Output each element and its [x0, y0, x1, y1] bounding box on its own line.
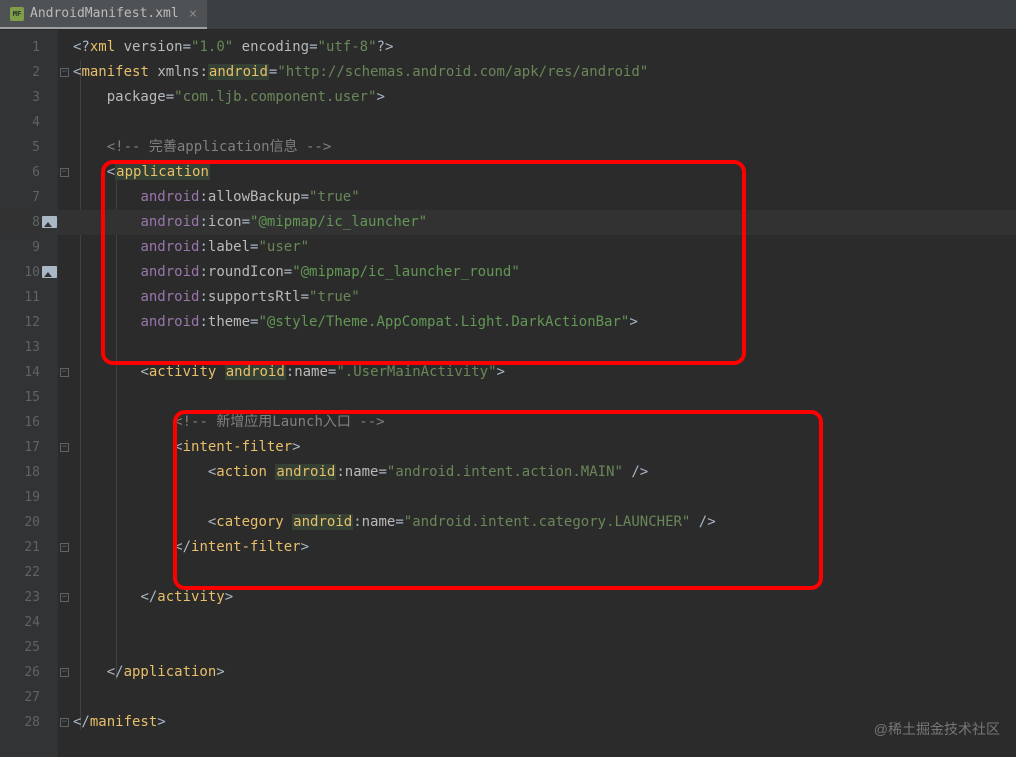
code-line: android:roundIcon="@mipmap/ic_launcher_r…: [58, 260, 1016, 285]
code-line: [58, 685, 1016, 710]
code-line: − <activity android:name=".UserMainActiv…: [58, 360, 1016, 385]
code-line: <category android:name="android.intent.c…: [58, 510, 1016, 535]
code-line: [58, 335, 1016, 360]
code-line: [58, 635, 1016, 660]
code-line: android:label="user": [58, 235, 1016, 260]
fold-icon[interactable]: −: [60, 68, 69, 77]
code-line: [58, 110, 1016, 135]
code-line: − <application: [58, 160, 1016, 185]
fold-icon[interactable]: −: [60, 368, 69, 377]
code-line: − </intent-filter>: [58, 535, 1016, 560]
code-line: − <intent-filter>: [58, 435, 1016, 460]
editor[interactable]: 1 2 3 4 5 6 7 8 9 10 11 12 13 14 15 16 1…: [0, 30, 1016, 757]
tab-filename: AndroidManifest.xml: [30, 6, 179, 21]
line-gutter: 1 2 3 4 5 6 7 8 9 10 11 12 13 14 15 16 1…: [0, 30, 58, 757]
fold-icon[interactable]: −: [60, 668, 69, 677]
code-content[interactable]: <?xml version="1.0" encoding="utf-8"?> −…: [58, 30, 1016, 757]
code-line: −</manifest>: [58, 710, 1016, 735]
fold-icon[interactable]: −: [60, 443, 69, 452]
code-line: android:allowBackup="true": [58, 185, 1016, 210]
code-line: − </activity>: [58, 585, 1016, 610]
code-line: <?xml version="1.0" encoding="utf-8"?>: [58, 35, 1016, 60]
code-line: − </application>: [58, 660, 1016, 685]
fold-icon[interactable]: −: [60, 543, 69, 552]
code-line: <!-- 完善application信息 -->: [58, 135, 1016, 160]
code-line: package="com.ljb.component.user">: [58, 85, 1016, 110]
tab-bar: MF AndroidManifest.xml ×: [0, 0, 1016, 30]
image-gutter-icon: [42, 216, 57, 228]
watermark: @稀土掘金技术社区: [874, 719, 1000, 739]
code-line: −<manifest xmlns:android="http://schemas…: [58, 60, 1016, 85]
fold-icon[interactable]: −: [60, 168, 69, 177]
code-line: [58, 385, 1016, 410]
code-line: [58, 485, 1016, 510]
code-line: <action android:name="android.intent.act…: [58, 460, 1016, 485]
image-gutter-icon: [42, 266, 57, 278]
code-line: [58, 560, 1016, 585]
code-line: <!-- 新增应用Launch入口 -->: [58, 410, 1016, 435]
fold-icon[interactable]: −: [60, 718, 69, 727]
fold-icon[interactable]: −: [60, 593, 69, 602]
close-icon[interactable]: ×: [189, 6, 197, 22]
code-line: android:supportsRtl="true": [58, 285, 1016, 310]
code-line-current: android:icon="@mipmap/ic_launcher": [58, 210, 1016, 235]
code-line: [58, 610, 1016, 635]
code-line: android:theme="@style/Theme.AppCompat.Li…: [58, 310, 1016, 335]
file-tab[interactable]: MF AndroidManifest.xml ×: [0, 0, 207, 29]
manifest-file-icon: MF: [10, 7, 24, 21]
